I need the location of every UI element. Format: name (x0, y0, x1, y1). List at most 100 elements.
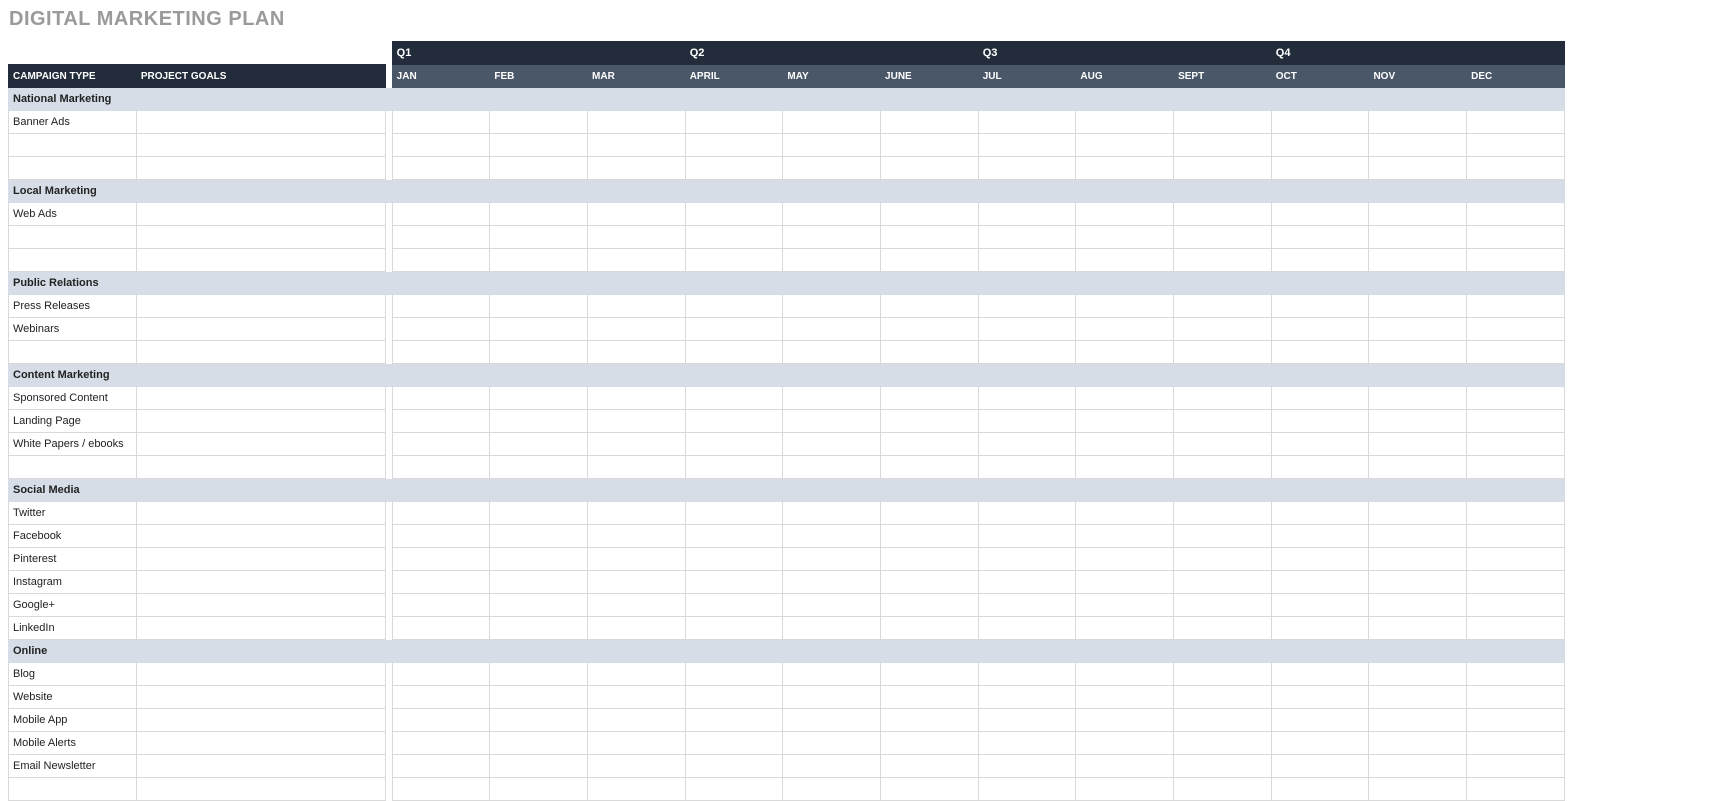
cell-month[interactable] (588, 387, 686, 410)
cell-month[interactable] (588, 226, 686, 249)
cell-month[interactable] (783, 548, 881, 571)
cell-month[interactable] (1467, 318, 1565, 341)
cell-month[interactable] (685, 226, 783, 249)
cell-month[interactable] (978, 318, 1076, 341)
cell-month[interactable] (881, 433, 979, 456)
cell-month[interactable] (1467, 732, 1565, 755)
cell-campaign-type[interactable]: Landing Page (9, 410, 137, 433)
cell-month[interactable] (783, 709, 881, 732)
cell-month[interactable] (1076, 410, 1174, 433)
cell-month[interactable] (783, 295, 881, 318)
cell-month[interactable] (685, 548, 783, 571)
cell-month[interactable] (1076, 732, 1174, 755)
cell-month[interactable] (392, 111, 490, 134)
cell-month[interactable] (1467, 410, 1565, 433)
cell-month[interactable] (392, 663, 490, 686)
cell-month[interactable] (783, 594, 881, 617)
cell-month[interactable] (1174, 249, 1272, 272)
cell-month[interactable] (1369, 134, 1467, 157)
cell-month[interactable] (1174, 686, 1272, 709)
cell-project-goals[interactable] (136, 778, 385, 801)
cell-month[interactable] (783, 502, 881, 525)
cell-month[interactable] (490, 571, 588, 594)
cell-month[interactable] (978, 226, 1076, 249)
cell-campaign-type[interactable]: Email Newsletter (9, 755, 137, 778)
cell-campaign-type[interactable]: Blog (9, 663, 137, 686)
cell-month[interactable] (1271, 456, 1369, 479)
cell-month[interactable] (685, 732, 783, 755)
cell-month[interactable] (1174, 433, 1272, 456)
cell-month[interactable] (1467, 456, 1565, 479)
cell-month[interactable] (978, 433, 1076, 456)
cell-month[interactable] (685, 456, 783, 479)
cell-project-goals[interactable] (136, 341, 385, 364)
cell-project-goals[interactable] (136, 249, 385, 272)
cell-month[interactable] (1271, 111, 1369, 134)
cell-month[interactable] (783, 387, 881, 410)
cell-month[interactable] (1271, 318, 1369, 341)
cell-month[interactable] (1369, 778, 1467, 801)
cell-month[interactable] (783, 686, 881, 709)
cell-month[interactable] (392, 686, 490, 709)
cell-month[interactable] (783, 617, 881, 640)
cell-project-goals[interactable] (136, 594, 385, 617)
cell-month[interactable] (881, 203, 979, 226)
cell-month[interactable] (392, 295, 490, 318)
cell-month[interactable] (685, 594, 783, 617)
cell-month[interactable] (588, 663, 686, 686)
cell-month[interactable] (1174, 502, 1272, 525)
cell-month[interactable] (783, 433, 881, 456)
cell-month[interactable] (490, 778, 588, 801)
cell-month[interactable] (1467, 617, 1565, 640)
cell-month[interactable] (881, 134, 979, 157)
cell-project-goals[interactable] (136, 548, 385, 571)
cell-month[interactable] (881, 456, 979, 479)
cell-month[interactable] (783, 111, 881, 134)
cell-month[interactable] (881, 341, 979, 364)
cell-month[interactable] (1369, 686, 1467, 709)
cell-project-goals[interactable] (136, 387, 385, 410)
cell-month[interactable] (783, 318, 881, 341)
cell-month[interactable] (1369, 387, 1467, 410)
cell-month[interactable] (490, 134, 588, 157)
cell-month[interactable] (978, 295, 1076, 318)
cell-month[interactable] (1174, 778, 1272, 801)
cell-month[interactable] (588, 410, 686, 433)
cell-month[interactable] (1174, 410, 1272, 433)
cell-month[interactable] (685, 663, 783, 686)
cell-month[interactable] (490, 456, 588, 479)
cell-month[interactable] (978, 111, 1076, 134)
cell-month[interactable] (685, 341, 783, 364)
cell-month[interactable] (1076, 571, 1174, 594)
cell-month[interactable] (978, 778, 1076, 801)
cell-month[interactable] (978, 387, 1076, 410)
cell-month[interactable] (1271, 663, 1369, 686)
cell-month[interactable] (685, 295, 783, 318)
cell-month[interactable] (1076, 709, 1174, 732)
cell-month[interactable] (1271, 203, 1369, 226)
cell-month[interactable] (1174, 295, 1272, 318)
cell-month[interactable] (1467, 502, 1565, 525)
cell-month[interactable] (1467, 433, 1565, 456)
cell-month[interactable] (1076, 548, 1174, 571)
cell-campaign-type[interactable]: Instagram (9, 571, 137, 594)
cell-month[interactable] (1076, 502, 1174, 525)
cell-month[interactable] (1076, 617, 1174, 640)
cell-month[interactable] (588, 571, 686, 594)
cell-month[interactable] (392, 456, 490, 479)
cell-month[interactable] (1174, 571, 1272, 594)
cell-project-goals[interactable] (136, 709, 385, 732)
cell-campaign-type[interactable] (9, 456, 137, 479)
cell-campaign-type[interactable]: Banner Ads (9, 111, 137, 134)
cell-month[interactable] (588, 295, 686, 318)
cell-project-goals[interactable] (136, 226, 385, 249)
cell-month[interactable] (490, 226, 588, 249)
cell-month[interactable] (1174, 548, 1272, 571)
cell-month[interactable] (392, 226, 490, 249)
cell-month[interactable] (1271, 686, 1369, 709)
cell-month[interactable] (392, 755, 490, 778)
cell-month[interactable] (978, 617, 1076, 640)
cell-campaign-type[interactable] (9, 341, 137, 364)
cell-month[interactable] (1174, 318, 1272, 341)
cell-month[interactable] (1467, 341, 1565, 364)
